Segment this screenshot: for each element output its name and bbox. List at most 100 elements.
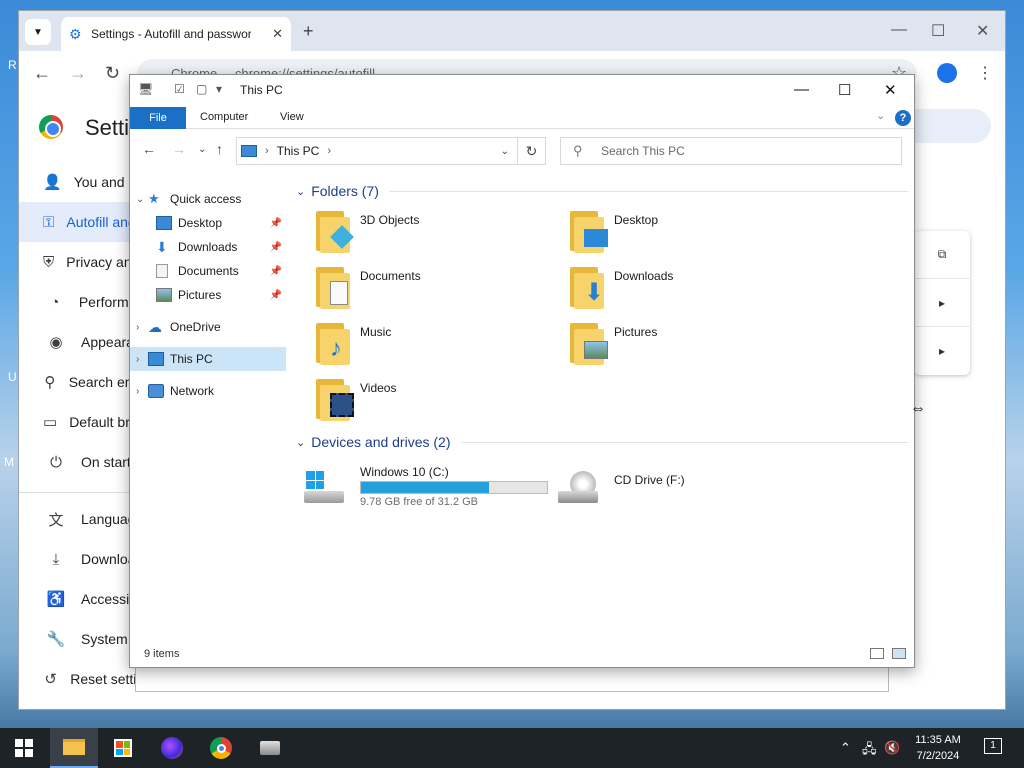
chevron-right-icon[interactable]: ›: [136, 322, 148, 333]
new-folder-icon[interactable]: ▢: [196, 82, 207, 96]
folders-group-header[interactable]: ⌄ Folders (7): [296, 179, 908, 203]
network-icon[interactable]: 🖧: [862, 740, 877, 762]
folder-music[interactable]: ♪ Music: [296, 321, 536, 371]
drive-c[interactable]: Windows 10 (C:) 9.78 GB free of 31.2 GB: [296, 465, 548, 517]
tab-computer[interactable]: Computer: [200, 111, 248, 123]
nav-network[interactable]: › Network: [130, 379, 286, 403]
close-tab-icon[interactable]: ✕: [272, 26, 283, 42]
nav-pictures[interactable]: Pictures 📌: [130, 283, 286, 307]
desktop-icon: [156, 216, 172, 230]
chevron-up-icon[interactable]: ⌃: [840, 740, 851, 756]
folder-documents[interactable]: Documents: [296, 265, 536, 315]
minimize-icon[interactable]: —: [891, 21, 907, 39]
card-row[interactable]: ▸: [914, 327, 970, 375]
chevron-right-icon[interactable]: ›: [136, 386, 148, 397]
forward-icon[interactable]: →: [69, 63, 87, 84]
cloud-icon: ☁: [148, 319, 162, 335]
address-bar[interactable]: › This PC › ⌄: [236, 137, 518, 165]
nav-quick-access[interactable]: ⌄ ★ Quick access: [130, 187, 286, 211]
forward-icon[interactable]: →: [172, 141, 186, 157]
taskbar-firefox[interactable]: [148, 728, 196, 768]
chevron-down-icon[interactable]: ⌄: [501, 146, 509, 157]
search-input[interactable]: ⚲ Search This PC: [560, 137, 902, 165]
back-icon[interactable]: ←: [33, 63, 51, 84]
customize-toolbar-icon[interactable]: ▾: [216, 82, 222, 96]
drive-f[interactable]: CD Drive (F:): [550, 465, 800, 517]
autofill-card: ⧉ ▸ ▸: [914, 231, 970, 375]
download-arrow-icon: ⬇: [156, 239, 168, 255]
card-row[interactable]: ▸: [914, 279, 970, 327]
help-icon[interactable]: ?: [895, 110, 911, 126]
refresh-button[interactable]: ↻: [518, 137, 546, 165]
folder-name: 3D Objects: [360, 213, 420, 227]
taskbar-chrome[interactable]: [197, 728, 245, 768]
drive-usage-fill: [361, 482, 490, 493]
clock[interactable]: 11:35 AM 7/2/2024: [905, 732, 971, 764]
close-icon[interactable]: ✕: [976, 21, 989, 41]
breadcrumb[interactable]: This PC: [277, 144, 320, 158]
tab-search-button[interactable]: ▼: [25, 19, 51, 45]
taskbar-store[interactable]: [99, 728, 147, 768]
key-icon: ⚿: [43, 213, 55, 231]
chevron-down-icon[interactable]: ⌄: [136, 194, 148, 205]
folder-3d-objects[interactable]: 3D Objects: [296, 209, 536, 259]
resize-cursor-icon: ⇔: [910, 400, 926, 417]
details-view-icon[interactable]: [870, 648, 884, 659]
chevron-right-icon[interactable]: ›: [136, 354, 148, 365]
devices-group-header[interactable]: ⌄ Devices and drives (2): [296, 430, 908, 454]
open-external-icon: ⧉: [937, 247, 947, 261]
volume-muted-icon[interactable]: 🔇: [884, 740, 900, 756]
nav-documents[interactable]: Documents 📌: [130, 259, 286, 283]
folder-desktop[interactable]: Desktop: [550, 209, 790, 259]
chevron-down-icon: ⌄: [296, 185, 306, 198]
chrome-tab-strip: ▼ ⚙ Settings - Autofill and passwords ✕ …: [19, 11, 1005, 51]
maximize-icon[interactable]: ☐: [931, 21, 945, 41]
chevron-right-icon: ▸: [938, 295, 946, 310]
nav-this-pc[interactable]: › This PC: [130, 347, 286, 371]
documents-folder-icon: [316, 267, 350, 309]
drive-usage-bar: [360, 481, 548, 494]
group-label: Folders (7): [311, 183, 379, 199]
translate-icon: 文: [48, 511, 64, 529]
divider: [388, 190, 908, 192]
nav-desktop[interactable]: Desktop 📌: [130, 211, 286, 235]
maximize-icon[interactable]: ☐: [838, 81, 851, 99]
large-icons-view-icon[interactable]: [892, 648, 906, 659]
file-explorer-icon: [63, 739, 85, 755]
nav-downloads[interactable]: ⬇ Downloads 📌: [130, 235, 286, 259]
profile-avatar-icon[interactable]: [937, 63, 957, 83]
nav-label: OneDrive: [170, 320, 221, 334]
back-icon[interactable]: ←: [142, 141, 156, 157]
breadcrumb-separator[interactable]: ›: [327, 145, 331, 157]
notification-icon[interactable]: 1: [984, 738, 1002, 754]
new-tab-icon[interactable]: +: [303, 21, 314, 42]
reload-icon[interactable]: ↻: [105, 63, 120, 84]
recent-locations-icon[interactable]: ⌄: [198, 144, 206, 155]
cd-drive-icon: [558, 471, 598, 505]
ribbon: File Computer View ⌄ ?: [130, 105, 914, 129]
start-button[interactable]: [0, 728, 48, 768]
up-icon[interactable]: ↑: [216, 141, 223, 157]
nav-onedrive[interactable]: › ☁ OneDrive: [130, 315, 286, 339]
open-external-row[interactable]: ⧉: [914, 231, 970, 279]
nav-label: Desktop: [178, 216, 223, 230]
folder-pictures[interactable]: Pictures: [550, 321, 790, 371]
minimize-icon[interactable]: —: [794, 81, 809, 98]
tab-file[interactable]: File: [130, 107, 186, 129]
nav-label: Quick access: [170, 192, 242, 206]
chevron-right-icon: ▸: [938, 344, 946, 358]
chrome-tab-settings[interactable]: ⚙ Settings - Autofill and passwords ✕: [61, 17, 291, 51]
wrench-icon: 🔧: [46, 631, 66, 648]
folder-downloads[interactable]: ⬇ Downloads: [550, 265, 790, 315]
expand-ribbon-icon[interactable]: ⌄: [876, 109, 885, 122]
close-icon[interactable]: ✕: [884, 81, 897, 99]
nav-label: This PC: [170, 352, 213, 366]
folder-videos[interactable]: Videos: [296, 377, 536, 427]
taskbar-app[interactable]: [246, 728, 294, 768]
tab-view[interactable]: View: [280, 111, 304, 123]
chrome-menu-icon[interactable]: ⋮: [977, 63, 993, 83]
properties-icon[interactable]: ☑: [174, 82, 185, 96]
group-label: Devices and drives (2): [311, 434, 451, 450]
computer-icon: [148, 352, 164, 366]
taskbar-file-explorer[interactable]: [50, 728, 98, 768]
